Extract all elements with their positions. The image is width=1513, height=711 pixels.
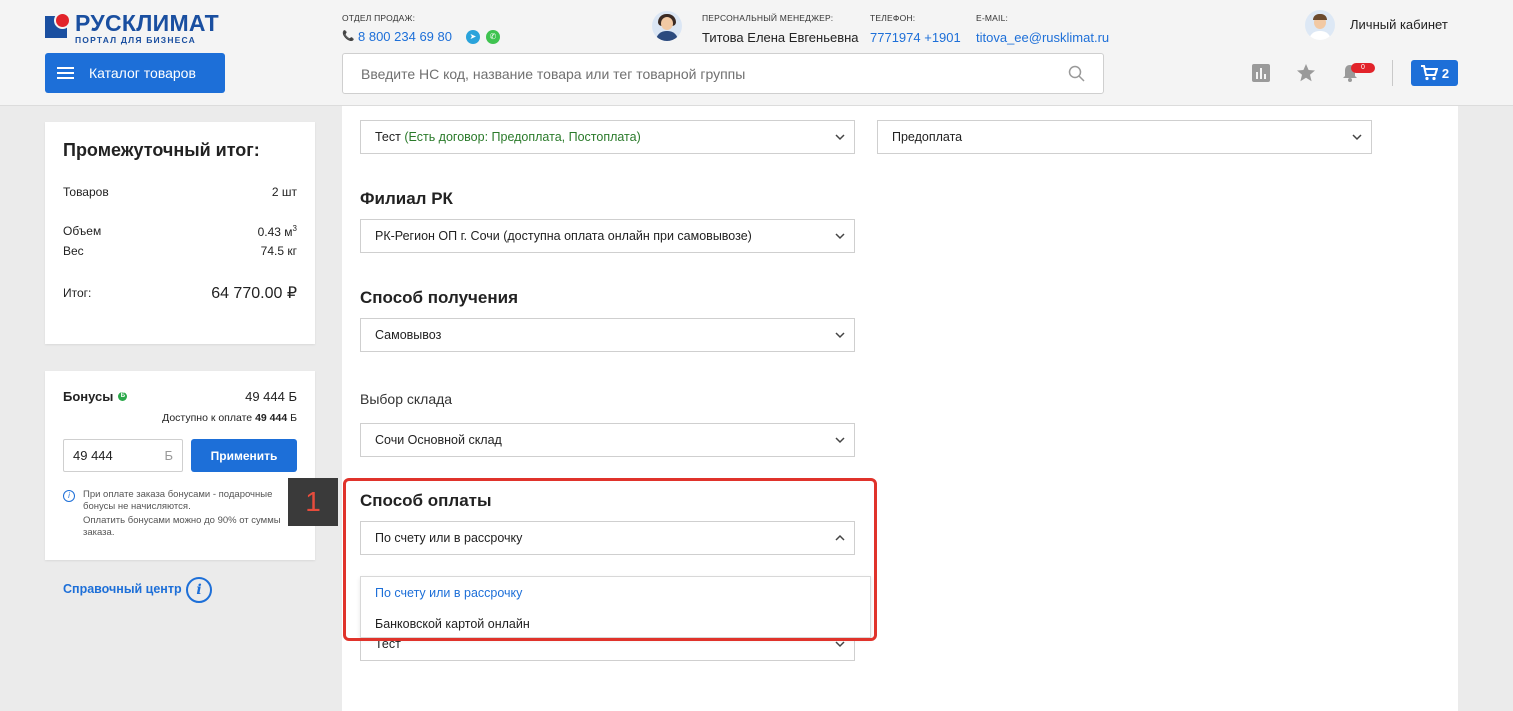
summary-weight-row: Вес 74.5 кг <box>63 244 297 258</box>
delivery-select-value: Самовывоз <box>375 328 442 342</box>
chevron-down-icon <box>835 332 845 339</box>
whatsapp-icon[interactable]: ✆ <box>485 29 500 44</box>
manager-email: E-MAIL: titova_ee@rusklimat.ru <box>976 13 1109 45</box>
logo-name: РУСКЛИМАТ <box>75 10 220 36</box>
chevron-down-icon <box>835 134 845 141</box>
catalog-button-label: Каталог товаров <box>89 65 196 81</box>
contract-select-value: Тест <box>375 130 401 144</box>
bonus-value: 49 444 Б <box>245 389 297 404</box>
warehouse-select[interactable]: Сочи Основной склад <box>360 423 855 457</box>
payment-type-select[interactable]: Предоплата <box>877 120 1372 154</box>
volume-label: Объем <box>63 224 102 238</box>
bonus-note-line2: Оплатить бонусами можно до 90% от суммы … <box>83 515 281 538</box>
bonus-title: Бонусы <box>63 389 114 404</box>
sales-contact: ОТДЕЛ ПРОДАЖ: 📞 8 800 234 69 80 ➤ ✆ <box>342 13 500 44</box>
email-caption: E-MAIL: <box>976 13 1009 23</box>
delivery-select[interactable]: Самовывоз <box>360 318 855 352</box>
contract-select[interactable]: Тест (Есть договор: Предоплата, Постопла… <box>360 120 855 154</box>
bonus-input-unit: Б <box>164 448 173 463</box>
branch-select[interactable]: РК-Регион ОП г. Сочи (доступна оплата он… <box>360 219 855 253</box>
bonus-note: i При оплате заказа бонусами - подарочны… <box>63 489 283 538</box>
phone-caption: ТЕЛЕФОН: <box>870 13 916 23</box>
search-box <box>342 53 1104 94</box>
favorites-star-icon[interactable] <box>1296 63 1316 83</box>
user-avatar[interactable] <box>1305 10 1335 40</box>
sales-caption: ОТДЕЛ ПРОДАЖ: <box>342 13 416 23</box>
warehouse-label: Выбор склада <box>360 391 453 407</box>
cart-count: 2 <box>1441 65 1450 81</box>
volume-value: 0.43 м <box>257 225 293 239</box>
manager-caption: ПЕРСОНАЛЬНЫЙ МЕНЕДЖЕР: <box>702 13 834 23</box>
telegram-icon[interactable]: ➤ <box>465 29 480 44</box>
compare-chart-icon[interactable] <box>1251 63 1271 83</box>
logo-icon <box>45 12 71 38</box>
chevron-down-icon <box>835 437 845 444</box>
bonus-available-amount: 49 444 <box>255 412 288 424</box>
summary-total-row: Итог: 64 770.00 ₽ <box>63 283 297 303</box>
search-input[interactable] <box>343 54 1043 93</box>
manager-info: ПЕРСОНАЛЬНЫЙ МЕНЕДЖЕР: Титова Елена Евге… <box>702 13 859 45</box>
help-center-link[interactable]: Справочный центр <box>63 582 182 596</box>
cart-icon <box>1420 65 1438 81</box>
header: РУСКЛИМАТ ПОРТАЛ ДЛЯ БИЗНЕСА ОТДЕЛ ПРОДА… <box>0 0 1513 106</box>
manager-email-link[interactable]: titova_ee@rusklimat.ru <box>976 30 1109 45</box>
phone-icon: 📞 <box>342 30 355 42</box>
help-info-icon[interactable]: i <box>186 577 212 603</box>
chevron-down-icon <box>835 233 845 240</box>
apply-bonus-button[interactable]: Применить <box>191 439 297 472</box>
weight-value: 74.5 кг <box>260 244 297 258</box>
volume-unit-sup: 3 <box>292 224 297 233</box>
bonus-available: Доступно к оплате 49 444 Б <box>63 412 297 424</box>
total-value: 64 770.00 ₽ <box>211 285 297 302</box>
logo-subtitle: ПОРТАЛ ДЛЯ БИЗНЕСА <box>75 35 197 45</box>
logo[interactable]: РУСКЛИМАТ ПОРТАЛ ДЛЯ БИЗНЕСА <box>45 10 220 45</box>
items-label: Товаров <box>63 185 109 199</box>
menu-icon <box>57 67 74 79</box>
bonus-available-unit: Б <box>290 412 297 424</box>
order-summary-panel: Промежуточный итог: Товаров 2 шт Объем 0… <box>45 122 315 344</box>
delivery-title: Способ получения <box>360 288 518 307</box>
contract-select-note: (Есть договор: Предоплата, Постоплата) <box>404 130 641 144</box>
branch-select-value: РК-Регион ОП г. Сочи (доступна оплата он… <box>375 229 752 243</box>
sales-phone-link[interactable]: 8 800 234 69 80 <box>358 29 452 44</box>
chevron-down-icon <box>1352 134 1362 141</box>
items-value: 2 шт <box>271 185 297 199</box>
warehouse-select-value: Сочи Основной склад <box>375 433 502 447</box>
bonus-badge-icon: Б <box>118 392 128 401</box>
header-divider <box>1392 60 1393 86</box>
bonus-panel: Бонусы Б 49 444 Б Доступно к оплате 49 44… <box>45 371 315 560</box>
bonus-amount-input[interactable]: 49 444 Б <box>63 439 183 472</box>
payment-type-value: Предоплата <box>892 130 963 144</box>
step-number-badge: 1 <box>288 478 338 526</box>
manager-phone-link[interactable]: 7771974 +1901 <box>870 30 961 45</box>
cart-button[interactable]: 2 <box>1411 60 1458 86</box>
bonus-available-label: Доступно к оплате <box>162 412 253 424</box>
bonus-note-line1: При оплате заказа бонусами - подарочные … <box>83 489 273 512</box>
manager-avatar <box>652 11 682 41</box>
manager-phone: ТЕЛЕФОН: 7771974 +1901 <box>870 13 961 45</box>
highlight-frame <box>343 478 877 641</box>
manager-name: Титова Елена Евгеньевна <box>702 30 859 45</box>
info-icon: i <box>63 490 75 502</box>
catalog-button[interactable]: Каталог товаров <box>45 53 225 93</box>
summary-volume-row: Объем 0.43 м3 <box>63 224 297 239</box>
total-label: Итог: <box>63 286 92 300</box>
weight-label: Вес <box>63 244 84 258</box>
summary-items-row: Товаров 2 шт <box>63 185 297 199</box>
notifications-badge: 0 <box>1351 63 1375 73</box>
bonus-input-value: 49 444 <box>73 448 113 463</box>
branch-title: Филиал РК <box>360 189 453 208</box>
summary-title: Промежуточный итог: <box>63 140 260 160</box>
search-icon[interactable] <box>1068 65 1085 82</box>
personal-cabinet-link[interactable]: Личный кабинет <box>1350 17 1448 32</box>
